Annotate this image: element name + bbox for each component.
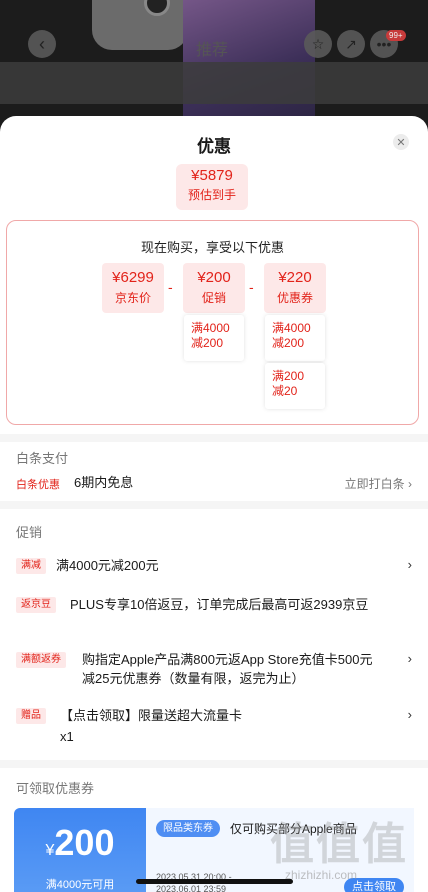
promo-tag: 满减 bbox=[16, 558, 46, 574]
promo-rule-discount: 减200 bbox=[191, 336, 224, 350]
baitiao-action[interactable]: 立即打白条 › bbox=[345, 475, 412, 492]
promo-section-title: 促销 bbox=[16, 525, 43, 540]
promo-text: 购指定Apple产品满800元返App Store充值卡500元减25元优惠券（… bbox=[82, 652, 373, 686]
close-icon[interactable]: ✕ bbox=[393, 134, 409, 150]
promo-text: 满4000元减200元 bbox=[56, 558, 159, 573]
coupon-rule-threshold: 满4000 bbox=[272, 321, 311, 335]
promo-tag: 满额返券 bbox=[16, 652, 66, 668]
coupon-amount-panel: ¥200 满4000元可用 bbox=[14, 808, 146, 892]
estimated-price-tag: ¥5879 预估到手 bbox=[176, 164, 248, 210]
promo-text: 【点击领取】限量送超大流量卡 bbox=[60, 708, 243, 723]
back-icon[interactable]: ‹ bbox=[28, 30, 56, 58]
product-image-left bbox=[92, 0, 188, 50]
coupon-rule-card-2: 满200 减20 bbox=[265, 363, 325, 409]
watermark-url: zhizhizhi.com bbox=[285, 868, 358, 882]
coupon-label: 优惠券 bbox=[276, 291, 313, 305]
section-divider bbox=[0, 760, 428, 768]
breakdown-heading: 现在购买，享受以下优惠 bbox=[140, 240, 284, 255]
star-icon[interactable]: ☆ bbox=[304, 30, 332, 58]
cart-badge: 99+ bbox=[386, 30, 406, 41]
coupon-condition: 满4000元可用 bbox=[45, 879, 115, 891]
minus-sign: - bbox=[168, 279, 173, 295]
chevron-right-icon: › bbox=[407, 707, 412, 722]
chevron-right-icon: › bbox=[407, 651, 412, 666]
jd-price-label: 京东价 bbox=[114, 291, 151, 305]
promo-text: PLUS专享10倍返豆，订单完成后最高可返2939京豆 bbox=[70, 597, 369, 612]
baitiao-text: 6期内免息 bbox=[74, 475, 134, 490]
promo-label: 促销 bbox=[201, 291, 226, 305]
section-divider bbox=[0, 501, 428, 509]
promo-tag: 返京豆 bbox=[16, 597, 56, 613]
discount-sheet: 优惠 ✕ ¥5879 预估到手 现在购买，享受以下优惠 ¥6299 京东价 - … bbox=[0, 116, 428, 892]
promo-rule-threshold: 满4000 bbox=[191, 321, 230, 335]
coupon-rule-threshold: 满200 bbox=[272, 369, 305, 383]
estimated-price-label: 预估到手 bbox=[187, 188, 236, 202]
section-divider bbox=[0, 434, 428, 442]
minus-sign: - bbox=[249, 279, 254, 295]
coupon-rule-discount: 减20 bbox=[272, 384, 298, 398]
coupon-section-title: 可领取优惠券 bbox=[16, 781, 95, 796]
coupon-category-chip: 限品类东券 bbox=[156, 820, 220, 837]
promo-tag: 赠品 bbox=[16, 708, 46, 724]
product-tabs bbox=[0, 62, 428, 104]
baitiao-section-title: 白条支付 bbox=[16, 451, 69, 466]
coupon-amount: ¥200 bbox=[14, 822, 146, 864]
home-indicator[interactable] bbox=[136, 879, 293, 884]
coupon-value: ¥220 bbox=[278, 269, 312, 286]
chevron-right-icon: › bbox=[408, 477, 412, 491]
promo-rule-card: 满4000 减200 bbox=[184, 315, 244, 361]
promo-value: ¥200 bbox=[197, 269, 231, 286]
coupon-amount-value: 200 bbox=[54, 822, 115, 863]
jd-price-card: ¥6299 京东价 bbox=[102, 263, 164, 313]
page-title: 推荐 bbox=[196, 42, 229, 59]
share-icon[interactable]: ↗ bbox=[337, 30, 365, 58]
chevron-right-icon: › bbox=[407, 557, 412, 572]
estimated-price: ¥5879 bbox=[191, 167, 233, 184]
coupon-price-card: ¥220 优惠券 bbox=[264, 263, 326, 313]
baitiao-action-label: 立即打白条 bbox=[344, 477, 405, 491]
jd-price-value: ¥6299 bbox=[112, 269, 154, 286]
gift-quantity: x1 bbox=[60, 729, 74, 744]
promo-price-card: ¥200 促销 bbox=[183, 263, 245, 313]
watermark-logo: 值值值 bbox=[270, 820, 408, 869]
baitiao-label: 白条优惠 bbox=[16, 479, 60, 491]
coupon-rule-card-1: 满4000 减200 bbox=[265, 315, 325, 361]
sheet-title: 优惠 bbox=[197, 137, 231, 156]
price-breakdown: 现在购买，享受以下优惠 ¥6299 京东价 - ¥200 促销 - ¥220 优… bbox=[6, 220, 419, 425]
coupon-rule-discount: 减200 bbox=[272, 336, 305, 350]
